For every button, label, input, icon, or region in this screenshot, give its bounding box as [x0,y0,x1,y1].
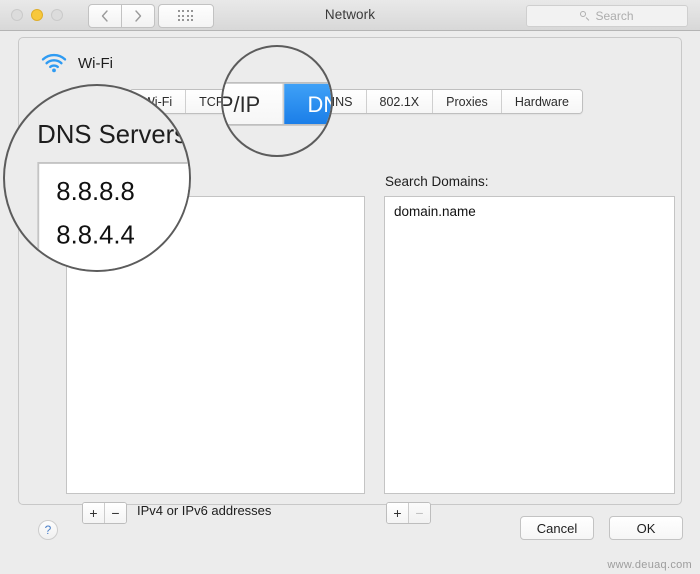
search-domains-add-remove-group: + − [386,502,431,524]
remove-search-domain-button: − [409,503,430,523]
add-search-domain-button[interactable]: + [387,503,409,523]
magnified-tab-bar: TCP/IP DNS WINS [223,82,331,126]
tab-hardware[interactable]: Hardware [501,90,582,113]
magnified-dns-servers-list: 8.8.8.8 8.8.4.4 [37,161,189,270]
search-domains-label: Search Domains: [385,174,489,189]
tab-proxies[interactable]: Proxies [433,90,502,113]
help-button[interactable]: ? [38,520,58,540]
interface-name: Wi-Fi [78,54,113,72]
magnified-tab-dns: DNS [284,83,331,124]
interface-header: Wi-Fi [41,53,113,73]
list-item: 8.8.4.4 [56,220,135,250]
magnifier-dns-tab: TCP/IP DNS WINS [221,45,333,157]
magnified-tab-tcpip: TCP/IP [223,83,285,124]
remove-dns-server-button[interactable]: − [105,503,126,523]
wifi-icon [41,53,67,73]
add-dns-server-button[interactable]: + [83,503,105,523]
search-domains-list[interactable]: domain.name [384,196,675,494]
dialog-button-group: Cancel OK [520,516,683,540]
list-item: 8.8.8.8 [56,177,135,206]
dns-servers-add-remove-group: + − [82,502,127,524]
cancel-button[interactable]: Cancel [520,516,594,540]
watermark: www.deuaq.com [607,559,692,571]
search-icon [580,11,590,21]
ok-button[interactable]: OK [609,516,683,540]
magnifier-dns-servers: DNS Servers: 8.8.8.8 8.8.4.4 [3,84,191,272]
window-titlebar: Network Search [0,0,700,31]
settings-tab-bar: Wi-Fi TCP/IP DNS WINS 802.1X Proxies Har… [129,89,583,114]
dns-servers-hint: IPv4 or IPv6 addresses [137,503,272,518]
tab-8021x[interactable]: 802.1X [366,90,434,113]
search-input[interactable]: Search [526,5,688,27]
network-preferences-window: Network Search Wi-Fi Wi-Fi TCP/IP DNS WI… [0,0,700,574]
search-placeholder: Search [595,9,634,23]
list-item[interactable]: domain.name [385,197,674,223]
magnified-dns-servers-label: DNS Servers: [37,120,191,149]
